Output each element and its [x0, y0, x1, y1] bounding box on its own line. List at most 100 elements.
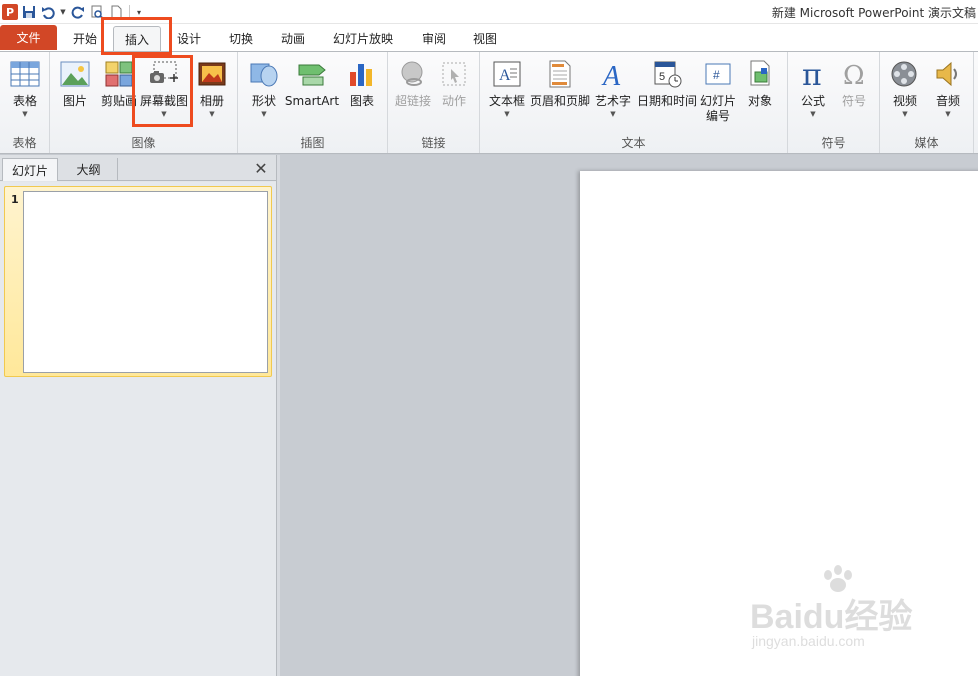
group-label-table: 表格 [12, 136, 37, 150]
header-footer-icon [544, 58, 576, 90]
hyperlink-icon [397, 58, 429, 90]
date-time-icon: 5 [651, 58, 683, 90]
table-button-label: 表格 [12, 94, 37, 108]
close-icon[interactable]: ✕ [252, 158, 270, 178]
svg-text:π: π [802, 59, 822, 89]
header-footer-button[interactable]: 页眉和页脚 [530, 56, 590, 134]
slide-number-button-label: 幻灯片 编号 [699, 94, 736, 123]
date-time-button-label: 日期和时间 [637, 94, 698, 108]
table-button[interactable]: 表格 ▼ [1, 56, 49, 134]
tab-slides[interactable]: 幻灯片 [2, 158, 58, 181]
group-media: 视频 ▼ 音频 ▼ 媒体 [880, 52, 974, 153]
screenshot-button[interactable]: 屏幕截图 ▼ [140, 56, 188, 134]
slides-pane: 幻灯片 大纲 ✕ 1 [0, 155, 277, 676]
clip-art-button[interactable]: 剪贴画 [95, 56, 143, 134]
ribbon: 表格 ▼ 表格 图片 剪贴画 屏幕截图 ▼ 相册 ▼ 图像 形状 ▼ Smart… [0, 51, 978, 154]
tab-home[interactable]: 开始 [62, 26, 108, 51]
redo-icon[interactable] [70, 4, 86, 20]
smartart-button-label: SmartArt [284, 94, 340, 108]
new-document-icon[interactable] [108, 4, 124, 20]
chart-button[interactable]: 图表 [338, 56, 386, 134]
ribbon-tab-row: 文件 开始 插入 设计 切换 动画 幻灯片放映 审阅 视图 [0, 24, 978, 52]
slide-thumbnail[interactable] [23, 191, 268, 373]
object-icon [744, 58, 776, 90]
tab-view[interactable]: 视图 [462, 26, 508, 51]
group-label-links: 链接 [421, 136, 446, 150]
screenshot-button-label: 屏幕截图 [140, 94, 189, 108]
chevron-down-icon: ▼ [22, 110, 28, 118]
shapes-icon [248, 58, 280, 90]
slide-canvas[interactable] [580, 171, 978, 676]
shapes-button[interactable]: 形状 ▼ [240, 56, 288, 134]
qat-separator [129, 5, 130, 19]
wordart-icon: A [597, 58, 629, 90]
chart-button-label: 图表 [349, 94, 374, 108]
group-label-symbols: 符号 [821, 136, 846, 150]
tab-animations[interactable]: 动画 [270, 26, 316, 51]
text-box-button-label: 文本框 [488, 94, 525, 108]
chevron-down-icon: ▼ [261, 110, 267, 118]
group-images: 图片 剪贴画 屏幕截图 ▼ 相册 ▼ 图像 [50, 52, 238, 153]
slide-number-button[interactable]: # 幻灯片 编号 [696, 56, 740, 134]
tab-insert[interactable]: 插入 [113, 26, 161, 52]
undo-icon[interactable] [40, 4, 56, 20]
action-icon [438, 58, 470, 90]
group-label-illustrations: 插图 [300, 136, 325, 150]
object-button[interactable]: 对象 [738, 56, 782, 134]
symbol-button[interactable]: Ω 符号 [830, 56, 878, 134]
slide-number: 1 [11, 193, 19, 206]
group-label-images: 图像 [131, 136, 156, 150]
picture-icon [59, 58, 91, 90]
text-box-button[interactable]: A 文本框 ▼ [483, 56, 531, 134]
text-box-icon: A [491, 58, 523, 90]
group-label-media: 媒体 [914, 136, 939, 150]
group-text: A 文本框 ▼ 页眉和页脚 A 艺术字 ▼ 5 日期和时间 # 幻灯片 编号 对… [480, 52, 788, 153]
chevron-down-icon: ▼ [610, 110, 616, 118]
clip-art-icon [103, 58, 135, 90]
svg-text:Ω: Ω [843, 61, 865, 89]
photo-album-button[interactable]: 相册 ▼ [188, 56, 236, 134]
print-preview-icon[interactable] [89, 4, 105, 20]
audio-button[interactable]: 音频 ▼ [924, 56, 972, 134]
tab-design[interactable]: 设计 [166, 26, 212, 51]
slide-thumbnail-list: 1 [0, 182, 276, 676]
tab-file[interactable]: 文件 [0, 25, 57, 50]
svg-text:#: # [713, 68, 720, 82]
group-label-text: 文本 [621, 136, 646, 150]
symbol-button-label: 符号 [841, 94, 866, 108]
action-button-label: 动作 [441, 94, 466, 108]
picture-button-label: 图片 [62, 94, 87, 108]
powerpoint-logo-icon[interactable]: P [2, 4, 18, 20]
photo-album-button-label: 相册 [199, 94, 224, 108]
undo-dropdown-icon[interactable]: ▼ [59, 4, 67, 20]
chevron-down-icon: ▼ [945, 110, 951, 118]
action-button[interactable]: 动作 [430, 56, 478, 134]
slide-number-icon: # [702, 58, 734, 90]
tab-transitions[interactable]: 切换 [218, 26, 264, 51]
screenshot-icon [148, 58, 180, 90]
tab-outline[interactable]: 大纲 [60, 158, 118, 181]
svg-text:A: A [499, 67, 511, 84]
photo-album-icon [196, 58, 228, 90]
video-button-label: 视频 [892, 94, 917, 108]
tab-review[interactable]: 审阅 [411, 26, 457, 51]
chart-icon [346, 58, 378, 90]
date-time-button[interactable]: 5 日期和时间 [637, 56, 697, 134]
slide-thumbnail-selected[interactable]: 1 [4, 186, 272, 377]
slide-editor-area [280, 155, 978, 676]
film-reel-icon [889, 58, 921, 90]
picture-button[interactable]: 图片 [51, 56, 99, 134]
group-symbols: π 公式 ▼ Ω 符号 符号 [788, 52, 880, 153]
tab-slideshow[interactable]: 幻灯片放映 [323, 26, 403, 51]
quick-access-toolbar: P ▼ ▾ [2, 2, 143, 22]
pi-icon: π [797, 58, 829, 90]
chevron-down-icon: ▼ [902, 110, 908, 118]
video-button[interactable]: 视频 ▼ [881, 56, 929, 134]
omega-icon: Ω [838, 58, 870, 90]
customize-qat-icon[interactable]: ▾ [135, 4, 143, 20]
wordart-button[interactable]: A 艺术字 ▼ [588, 56, 638, 134]
shapes-button-label: 形状 [251, 94, 276, 108]
smartart-button[interactable]: SmartArt [284, 56, 340, 134]
group-table: 表格 ▼ 表格 [0, 52, 50, 153]
save-icon[interactable] [21, 4, 37, 20]
